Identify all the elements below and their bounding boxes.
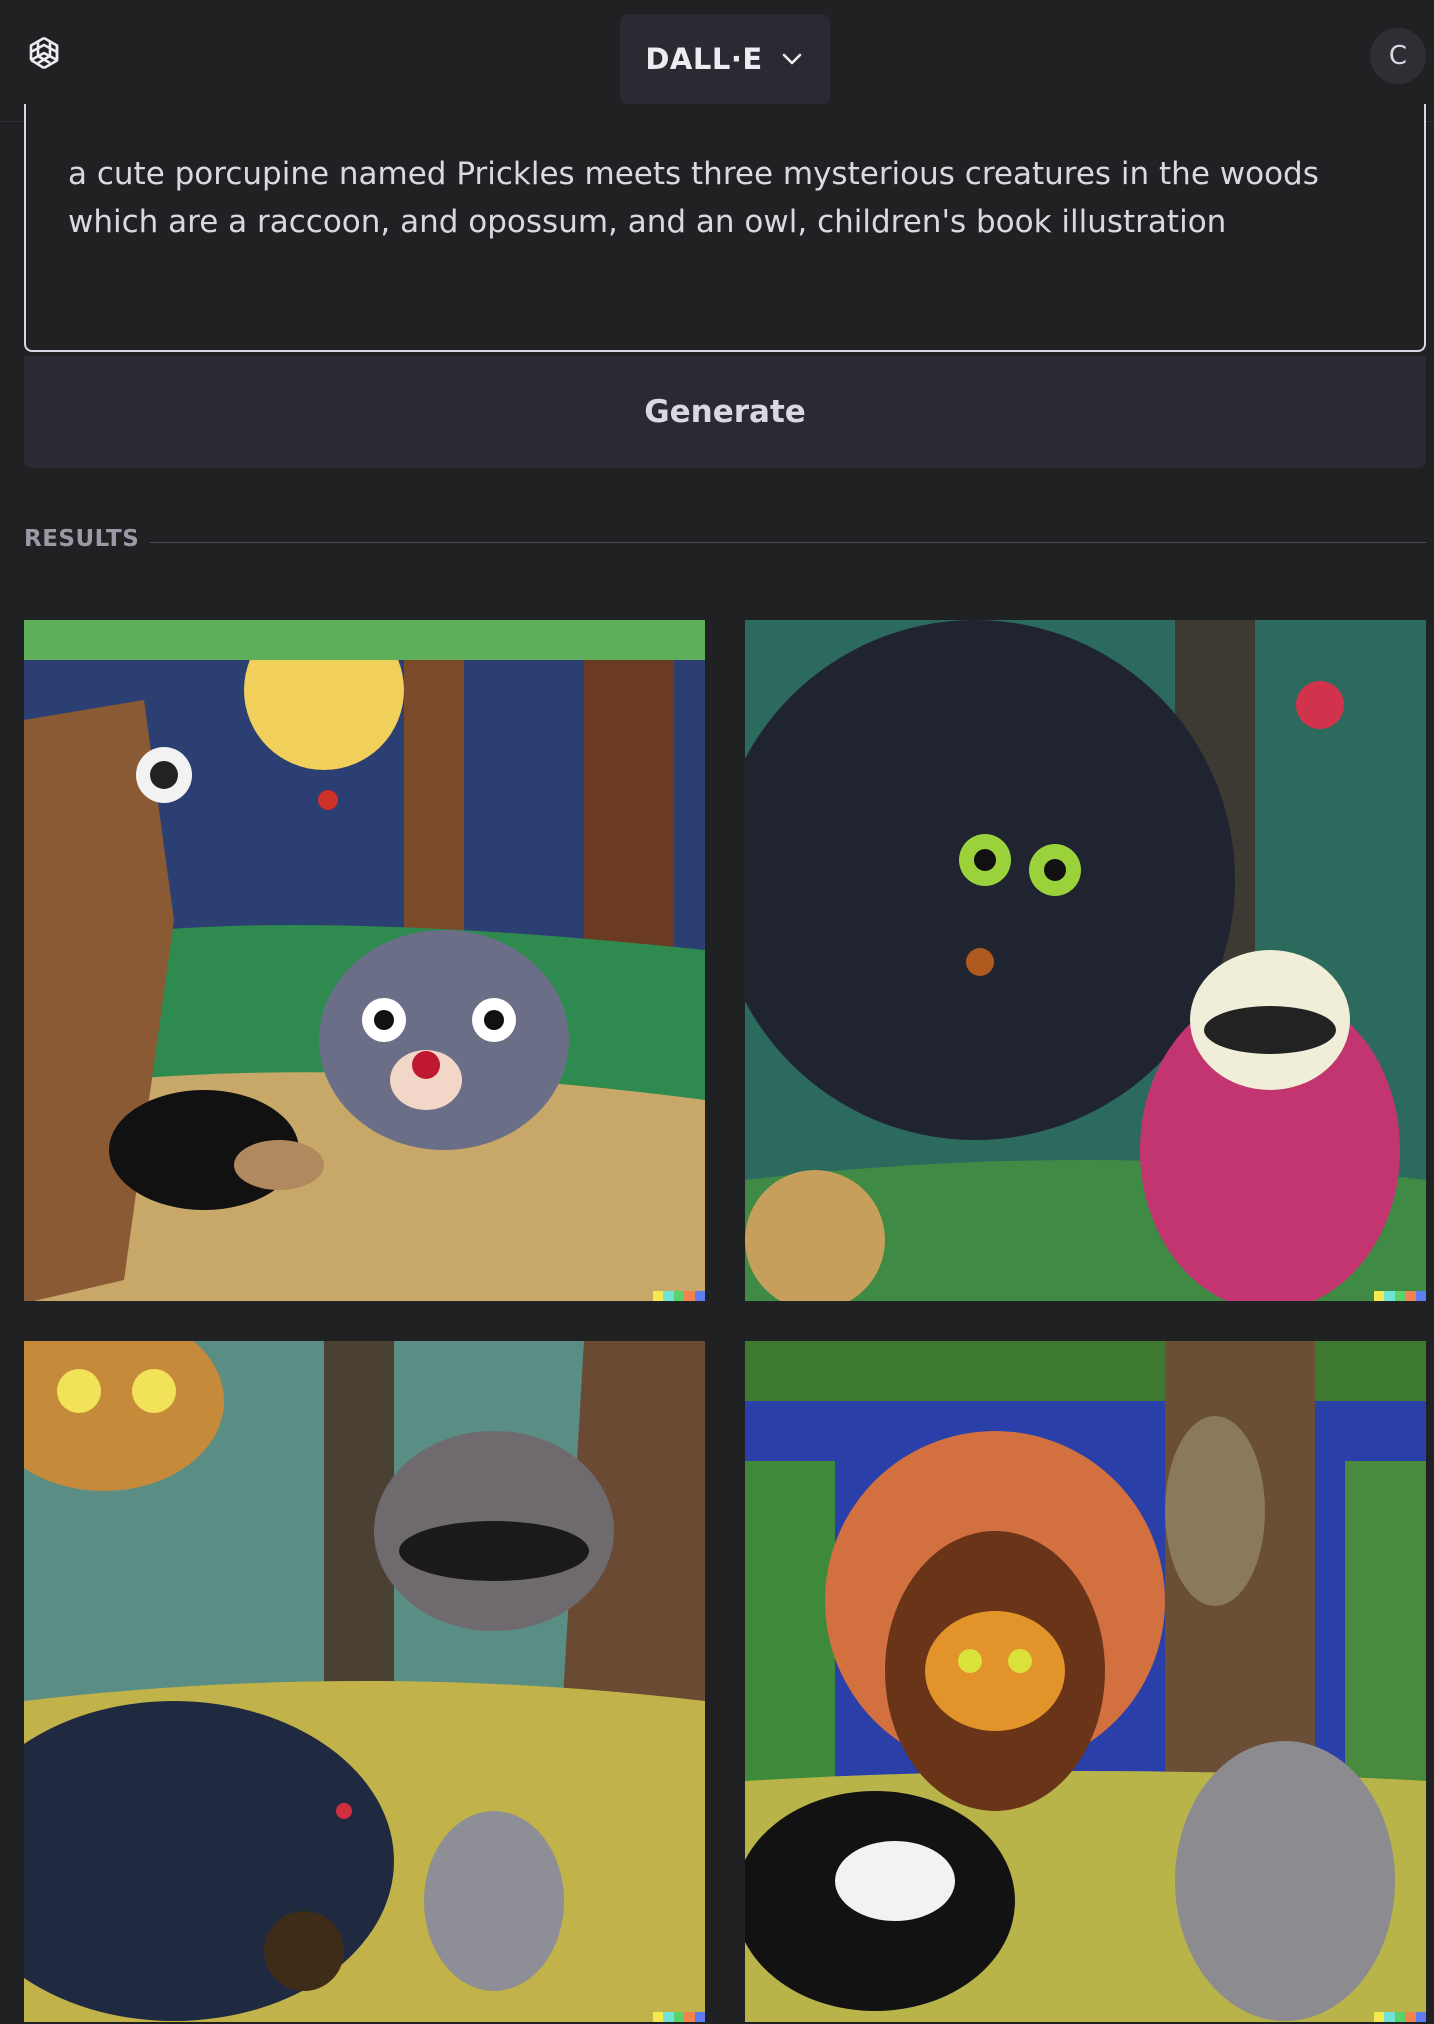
prompt-text[interactable]: a cute porcupine named Prickles meets th… <box>68 150 1392 246</box>
prompt-textarea[interactable]: a cute porcupine named Prickles meets th… <box>24 104 1426 352</box>
chevron-down-icon <box>782 53 801 65</box>
result-image-1-illustration <box>24 620 705 1301</box>
model-selector[interactable]: DALL·E <box>620 14 830 104</box>
result-image-2[interactable] <box>745 620 1426 1301</box>
openai-logo-icon[interactable] <box>22 34 66 78</box>
model-selector-label: DALL·E <box>645 42 763 76</box>
results-heading: RESULTS <box>24 526 140 552</box>
result-image-3-signature <box>653 2012 705 2022</box>
result-image-1[interactable] <box>24 620 705 1301</box>
result-image-4-illustration <box>745 1341 1426 2022</box>
results-divider <box>150 542 1426 543</box>
result-image-3[interactable] <box>24 1341 705 2022</box>
result-image-4[interactable] <box>745 1341 1426 2022</box>
result-image-2-signature <box>1374 1291 1426 1301</box>
result-image-1-signature <box>653 1291 705 1301</box>
result-image-4-signature <box>1374 2012 1426 2022</box>
result-image-2-illustration <box>745 620 1426 1301</box>
user-avatar[interactable]: C <box>1370 28 1426 84</box>
result-image-3-illustration <box>24 1341 705 2022</box>
generate-button-label: Generate <box>644 394 806 430</box>
generate-button[interactable]: Generate <box>24 356 1426 468</box>
